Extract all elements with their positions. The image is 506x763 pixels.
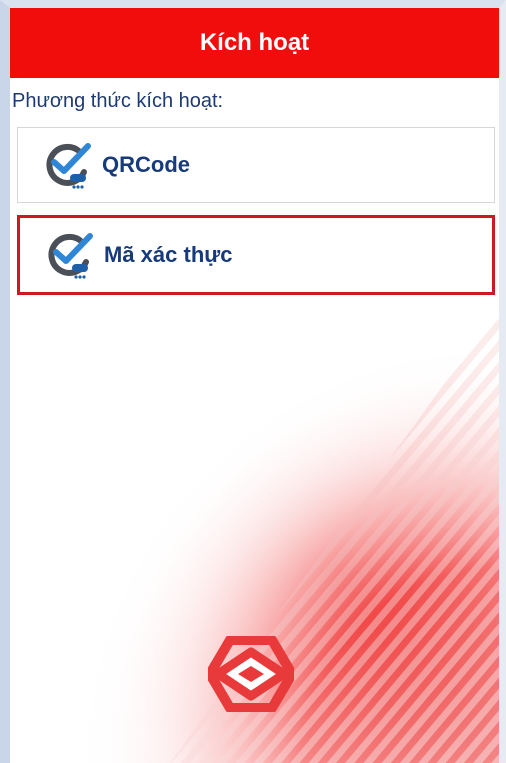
activation-method-label: Phương thức kích hoạt: (12, 90, 224, 112)
check-badge-icon (46, 143, 91, 189)
header-title: Kích hoạt (199, 29, 310, 56)
activation-method-otp[interactable]: Mã xác thực (17, 215, 495, 295)
method-label-otp: Mã xác thực (104, 242, 233, 267)
app-screen: Kích hoạt Phương thức kích hoạt: QRCode … (0, 0, 506, 763)
app-header: Kích hoạt (10, 8, 499, 78)
check-badge-icon (48, 233, 93, 279)
activation-method-qrcode[interactable]: QRCode (17, 127, 495, 203)
bank-logo-icon (208, 636, 294, 712)
method-label-qrcode: QRCode (102, 152, 190, 177)
